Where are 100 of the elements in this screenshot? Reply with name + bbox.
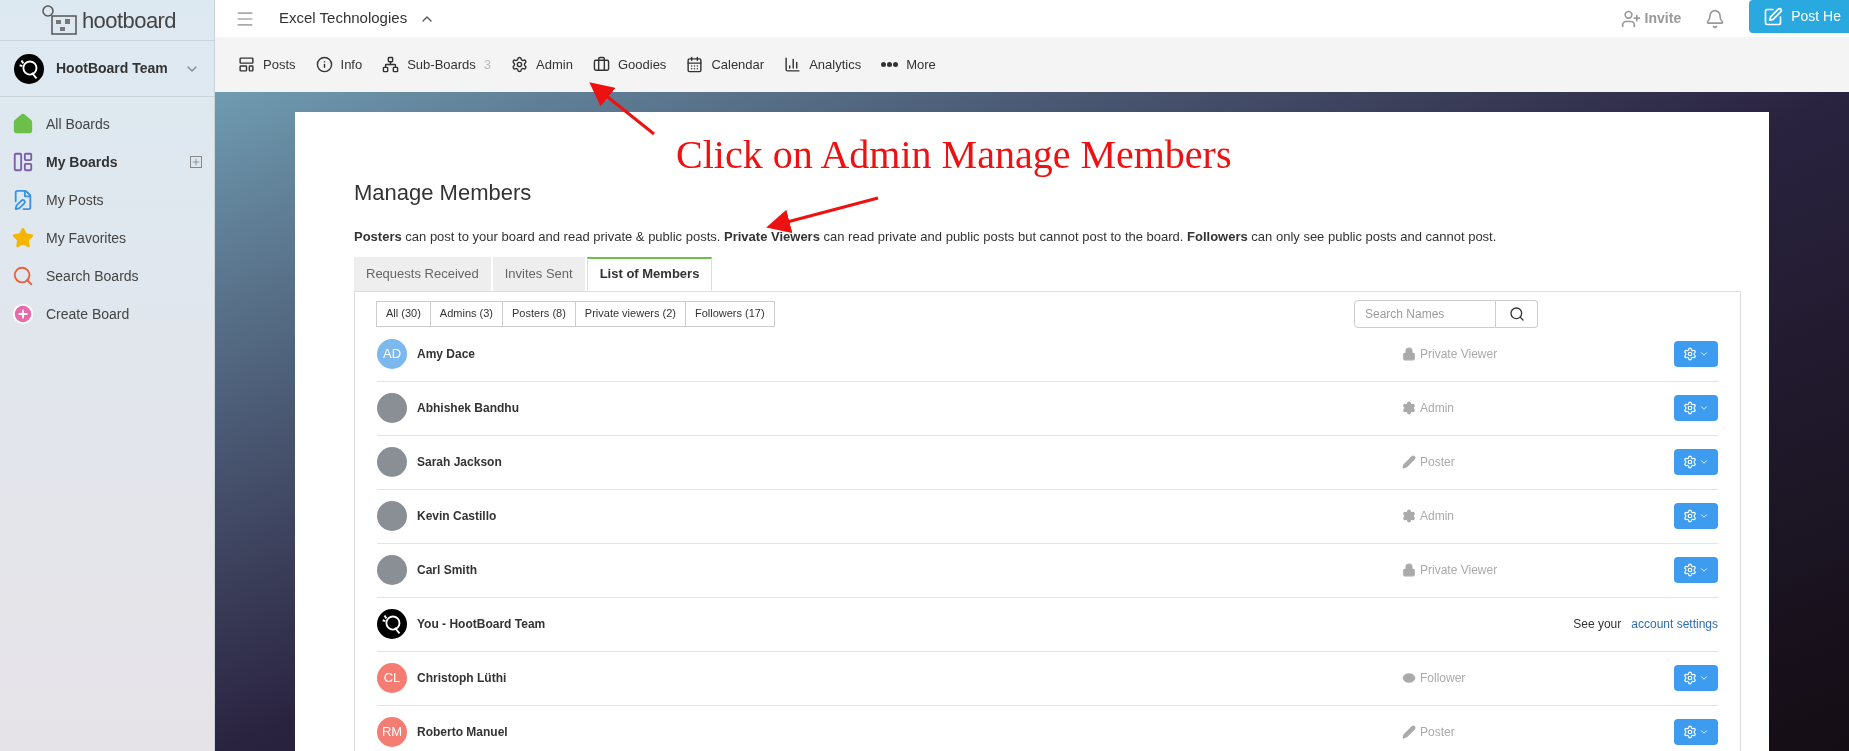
member-name: Abhishek Bandhu xyxy=(417,400,520,417)
hierarchy-icon xyxy=(382,56,400,73)
caret-icon xyxy=(1699,349,1709,359)
layout-icon xyxy=(12,151,34,173)
caret-icon xyxy=(1699,457,1709,467)
member-role: Poster xyxy=(1420,454,1455,471)
sidebar-item[interactable]: All Boards xyxy=(0,105,214,143)
settings-icon xyxy=(1683,725,1697,739)
settings-icon xyxy=(1402,401,1416,415)
sidebar-item[interactable]: Create Board xyxy=(0,295,214,333)
member-settings-button[interactable] xyxy=(1674,449,1718,475)
member-settings-button[interactable] xyxy=(1674,341,1718,367)
filter-button[interactable]: Admins (3) xyxy=(429,300,504,327)
member-settings-button[interactable] xyxy=(1674,557,1718,583)
notification-icon[interactable] xyxy=(1705,8,1726,29)
lock-icon xyxy=(1402,563,1416,577)
member-role: Admin xyxy=(1420,508,1454,525)
filter-button[interactable]: Posters (8) xyxy=(502,300,576,327)
member-name: You - HootBoard Team xyxy=(417,616,547,633)
search-field[interactable]: Search Names xyxy=(1354,299,1496,328)
calendar-icon xyxy=(686,56,704,73)
briefcase-icon xyxy=(592,56,610,73)
team-name: HootBoard Team xyxy=(56,59,169,78)
pencil-icon xyxy=(1402,725,1416,739)
settings-icon xyxy=(1683,401,1697,415)
search-button[interactable] xyxy=(1496,299,1538,328)
tab[interactable]: Invites Sent xyxy=(492,256,585,291)
member-role: Admin xyxy=(1420,400,1454,417)
owl-logo-icon xyxy=(14,53,44,84)
team-switcher[interactable]: HootBoard Team xyxy=(0,41,214,97)
filter-button[interactable]: Private viewers (2) xyxy=(574,300,686,327)
roles-description: Posters can post to your board and read private & public posts. Private Viewers can read private and public posts but cannot post to the board. Followers can only see public posts and cannot post. xyxy=(354,228,1498,246)
member-name: Sarah Jackson xyxy=(417,454,503,471)
settings-icon xyxy=(1683,671,1697,685)
caret-icon xyxy=(1699,511,1709,521)
sidebar-item[interactable]: My Boards xyxy=(0,143,214,181)
nav-link[interactable]: Admin xyxy=(536,54,573,75)
member-role: Private Viewer xyxy=(1420,562,1498,579)
logo-wordmark: hootboard xyxy=(81,6,177,35)
caret-icon xyxy=(1699,565,1709,575)
settings-icon xyxy=(1683,455,1697,469)
initials-avatar: CL xyxy=(377,663,407,693)
settings-note: See your xyxy=(1573,616,1622,633)
tab[interactable]: Requests Received xyxy=(354,256,491,291)
member-settings-button[interactable] xyxy=(1674,719,1718,745)
nav-link[interactable]: Info xyxy=(340,54,363,75)
settings-icon xyxy=(1683,347,1697,361)
star-icon xyxy=(12,227,34,249)
nav-link[interactable]: Calendar xyxy=(711,54,765,75)
nav-link[interactable]: More xyxy=(906,54,936,75)
member-name: Kevin Castillo xyxy=(417,508,498,525)
settings-icon xyxy=(511,56,529,73)
sidebar-item[interactable]: My Favorites xyxy=(0,219,214,257)
sidebar-item[interactable]: My Posts xyxy=(0,181,214,219)
search-icon xyxy=(12,265,34,287)
settings-icon xyxy=(1683,509,1697,523)
account-settings-link[interactable]: account settings xyxy=(1631,615,1718,633)
filter-button[interactable]: All (30) xyxy=(376,300,431,327)
home-icon xyxy=(12,113,34,135)
member-settings-button[interactable] xyxy=(1674,395,1718,421)
member-name: Carl Smith xyxy=(417,562,478,579)
annotation-arrow xyxy=(589,82,655,136)
member-role: Follower xyxy=(1420,670,1466,687)
board-title: Excel Technologies xyxy=(279,8,408,29)
layout-icon xyxy=(238,56,255,73)
annotation-text: Click on Admin Manage Members xyxy=(676,135,1232,175)
member-settings-button[interactable] xyxy=(1674,503,1718,529)
settings-icon xyxy=(1402,509,1416,523)
member-name: Christoph Lüthi xyxy=(417,670,508,687)
owl-logo-icon xyxy=(377,609,407,639)
avatar-placeholder xyxy=(377,393,407,423)
add-icon[interactable] xyxy=(190,156,202,168)
nav-link[interactable]: Posts xyxy=(263,54,296,75)
nav-link[interactable]: Sub-Boards xyxy=(407,54,476,75)
pencil-icon xyxy=(1402,455,1416,469)
member-name: Amy Dace xyxy=(417,346,477,363)
tab[interactable]: List of Members xyxy=(586,256,713,291)
member-settings-button[interactable] xyxy=(1674,665,1718,691)
sub-board-count: 3 xyxy=(483,55,492,74)
bar-chart-icon xyxy=(784,56,802,73)
avatar-placeholder xyxy=(377,501,407,531)
nav-link[interactable]: Analytics xyxy=(809,54,862,75)
plus-circle-icon xyxy=(12,303,34,325)
member-name: Roberto Manuel xyxy=(417,724,509,741)
member-role: Private Viewer xyxy=(1420,346,1498,363)
add-user-icon xyxy=(1620,8,1641,29)
info-icon xyxy=(315,56,333,73)
filter-button[interactable]: Followers (17) xyxy=(684,300,775,327)
avatar-placeholder xyxy=(377,447,407,477)
sidebar-item[interactable]: Search Boards xyxy=(0,257,214,295)
caret-icon xyxy=(1699,727,1709,737)
nav-link[interactable]: Goodies xyxy=(617,54,667,75)
page-title: Manage Members xyxy=(354,179,533,207)
caret-icon xyxy=(1699,673,1709,683)
member-role: Poster xyxy=(1420,724,1455,741)
caret-icon xyxy=(1699,403,1709,413)
initials-avatar: AD xyxy=(377,339,407,369)
avatar-placeholder xyxy=(377,555,407,585)
initials-avatar: RM xyxy=(377,717,407,747)
settings-icon xyxy=(1683,563,1697,577)
